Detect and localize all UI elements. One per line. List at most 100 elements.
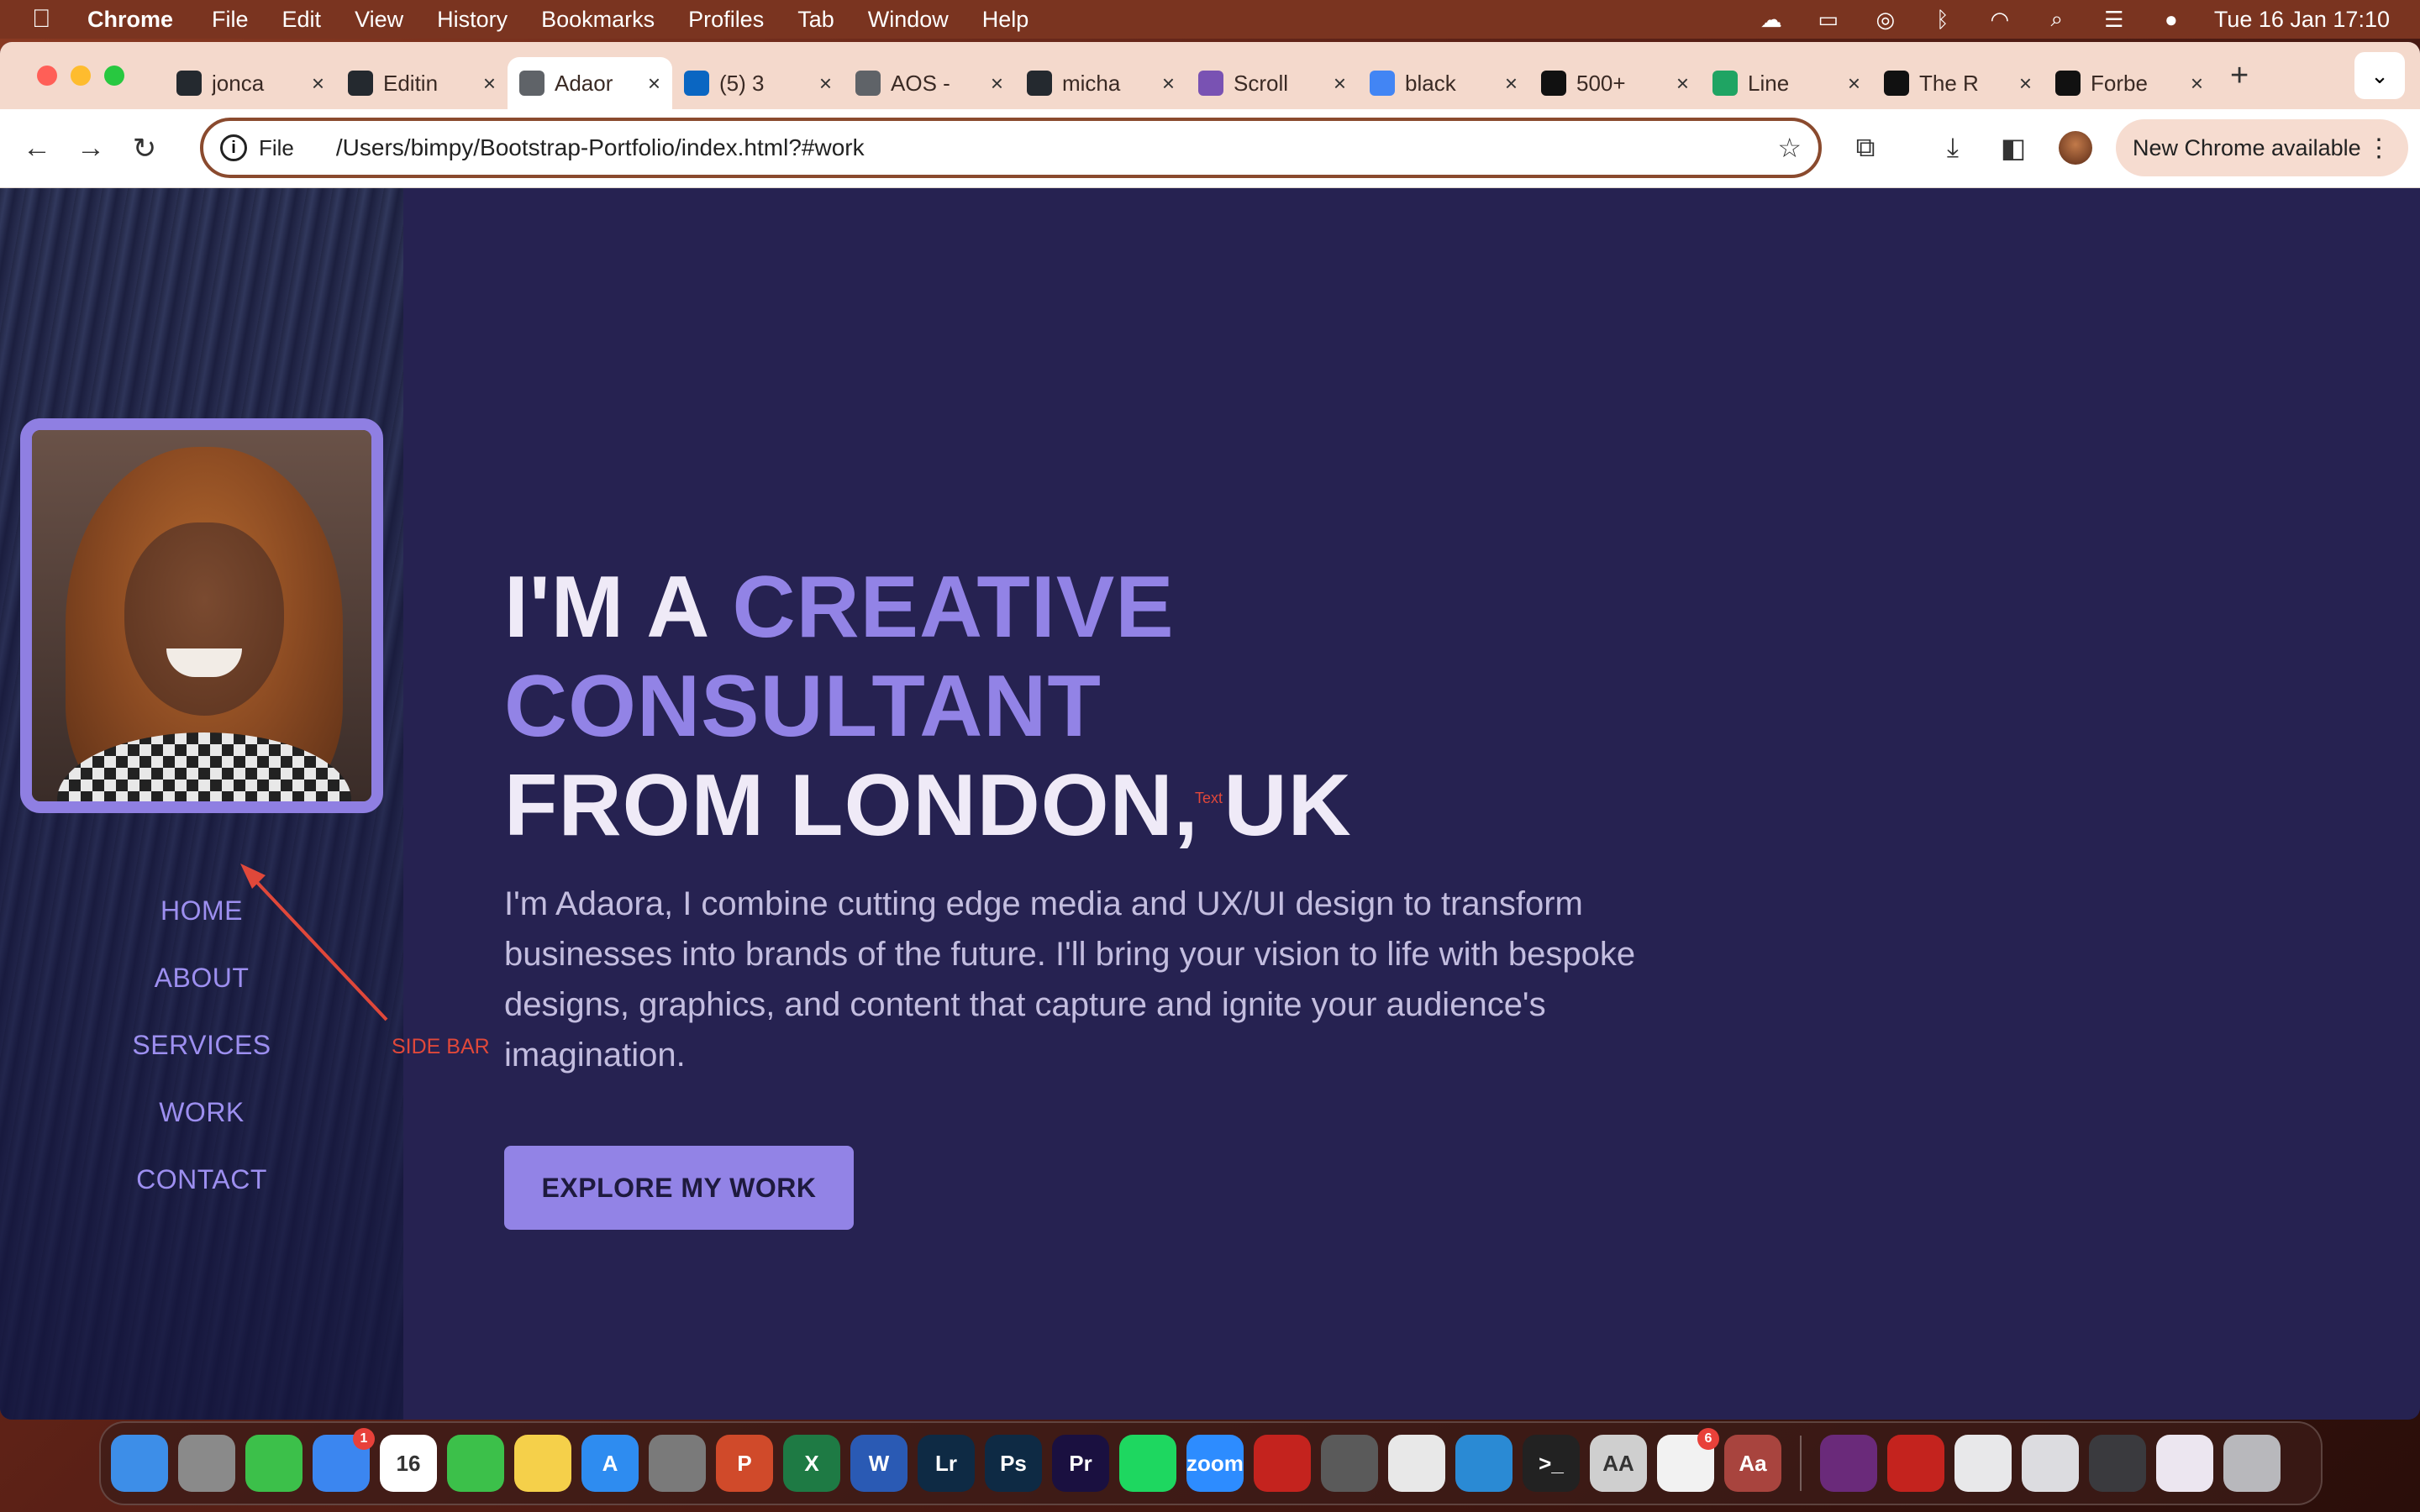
tab-10[interactable]: The R × [1872,57,2044,109]
wifi-icon[interactable]: ◠ [1986,7,2014,32]
close-tab-icon[interactable]: × [1162,71,1175,97]
creative-cloud-icon[interactable]: ☁ [1757,7,1786,32]
tab-search-chevron-icon[interactable]: ⌄ [2354,52,2405,99]
lightroom-icon[interactable]: Lr [918,1435,975,1492]
fullscreen-window-button[interactable] [104,66,124,86]
close-tab-icon[interactable]: × [2019,71,2032,97]
apple-icon[interactable]:  [32,5,57,34]
tab-0[interactable]: jonca × [165,57,336,109]
more-menu-icon[interactable]: ⋮ [2366,134,2391,163]
address-bar[interactable]: i File /Users/bimpy/Bootstrap-Portfolio/… [200,118,1822,178]
calculator-icon[interactable] [1321,1435,1378,1492]
finder-icon[interactable] [111,1435,168,1492]
app-store-icon[interactable]: A [581,1435,639,1492]
hero-heading-prefix: I'M A [504,559,733,656]
chrome-icon[interactable] [1388,1435,1445,1492]
dictionary-icon[interactable]: Aa [1724,1435,1781,1492]
tab-11[interactable]: Forbe × [2044,57,2215,109]
trash-icon[interactable] [2223,1435,2281,1492]
zoom-icon[interactable]: zoom [1186,1435,1244,1492]
close-window-button[interactable] [37,66,57,86]
new-tab-button[interactable]: + [2230,58,2249,94]
minimize-window-button[interactable] [71,66,91,86]
downloads-icon[interactable]: ⤓ [1936,131,1970,165]
explore-my-work-button[interactable]: EXPLORE MY WORK [504,1146,854,1230]
back-arrow-icon[interactable]: ← [20,132,54,165]
excel-icon[interactable]: X [783,1435,840,1492]
recent-window-2-icon[interactable] [2022,1435,2079,1492]
messages-icon[interactable] [245,1435,302,1492]
update-chrome-button[interactable]: New Chrome available ⋮ [2116,119,2408,176]
close-tab-icon[interactable]: × [819,71,832,97]
dock-app-label: A [602,1450,618,1476]
mail-icon[interactable]: 1 [313,1428,375,1492]
tab-4[interactable]: AOS - × [844,57,1015,109]
menu-view[interactable]: View [355,7,403,33]
menu-app-name[interactable]: Chrome [87,7,173,33]
control-center-icon[interactable]: ☰ [2100,7,2128,32]
recent-window-3-icon[interactable] [2089,1435,2146,1492]
nav-work[interactable]: WORK [0,1079,403,1146]
recent-image-icon[interactable] [1820,1435,1877,1492]
menu-window[interactable]: Window [868,7,949,33]
font-book-icon[interactable]: AA [1590,1435,1647,1492]
siri-icon[interactable]: ● [2157,7,2186,32]
tab-5[interactable]: micha × [1015,57,1186,109]
extensions-puzzle-icon[interactable]: ⧉ [1849,131,1882,165]
tab-9[interactable]: Line × [1701,57,1872,109]
forward-arrow-icon[interactable]: → [74,132,108,165]
close-tab-icon[interactable]: × [991,71,1003,97]
reminders-icon[interactable]: 6 [1657,1428,1719,1492]
system-settings-icon[interactable] [649,1435,706,1492]
menubar-clock[interactable]: Tue 16 Jan 17:10 [2214,7,2390,33]
tab-7[interactable]: black × [1358,57,1529,109]
close-tab-icon[interactable]: × [312,71,324,97]
word-icon[interactable]: W [850,1435,908,1492]
facetime-icon[interactable] [447,1435,504,1492]
menu-file[interactable]: File [212,7,249,33]
recent-acrobat-icon[interactable] [1887,1435,1944,1492]
annotation-sidebar-label: SIDE BAR [392,1035,490,1058]
close-tab-icon[interactable]: × [1334,71,1346,97]
premiere-icon[interactable]: Pr [1052,1435,1109,1492]
vscode-icon[interactable] [1455,1435,1512,1492]
close-tab-icon[interactable]: × [648,71,660,97]
calendar-icon[interactable]: 16 [380,1435,437,1492]
close-tab-icon[interactable]: × [2191,71,2203,97]
reload-icon[interactable]: ↻ [128,132,161,165]
url-text[interactable]: /Users/bimpy/Bootstrap-Portfolio/index.h… [336,134,1777,161]
bluetooth-icon[interactable]: ᛒ [1928,7,1957,32]
recent-window-4-icon[interactable] [2156,1435,2213,1492]
tab-1[interactable]: Editin × [336,57,508,109]
terminal-icon[interactable]: >_ [1523,1435,1580,1492]
menu-bookmarks[interactable]: Bookmarks [541,7,655,33]
close-tab-icon[interactable]: × [1848,71,1860,97]
spotify-icon[interactable] [1119,1435,1176,1492]
tab-2[interactable]: Adaor × [508,57,672,109]
tab-8[interactable]: 500+ × [1529,57,1701,109]
menu-history[interactable]: History [437,7,508,33]
notes-icon[interactable] [514,1435,571,1492]
photoshop-icon[interactable]: Ps [985,1435,1042,1492]
bookmark-star-icon[interactable]: ☆ [1777,132,1802,164]
tab-3[interactable]: (5) 3 × [672,57,844,109]
close-tab-icon[interactable]: × [1676,71,1689,97]
menu-edit[interactable]: Edit [282,7,322,33]
spotlight-search-icon[interactable]: ⌕ [2043,6,2071,31]
powerpoint-icon[interactable]: P [716,1435,773,1492]
menu-help[interactable]: Help [982,7,1029,33]
menu-profiles[interactable]: Profiles [688,7,764,33]
launchpad-icon[interactable] [178,1435,235,1492]
site-info-icon[interactable]: i [220,134,247,161]
close-tab-icon[interactable]: × [483,71,496,97]
airdrop-icon[interactable]: ◎ [1871,7,1900,32]
side-panel-icon[interactable]: ◧ [1996,131,2030,165]
profile-avatar[interactable] [2059,131,2092,165]
battery-icon[interactable]: ▭ [1814,7,1843,32]
tab-6[interactable]: Scroll × [1186,57,1358,109]
close-tab-icon[interactable]: × [1505,71,1518,97]
acrobat-icon[interactable] [1254,1435,1311,1492]
recent-window-1-icon[interactable] [1954,1435,2012,1492]
nav-contact[interactable]: CONTACT [0,1146,403,1213]
menu-tab[interactable]: Tab [797,7,834,33]
